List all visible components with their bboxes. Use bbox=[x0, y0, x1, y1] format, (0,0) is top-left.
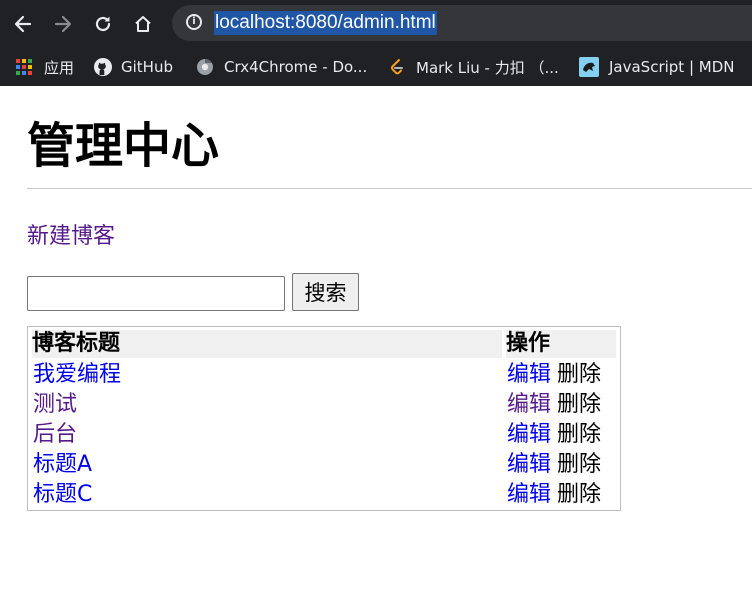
edit-link[interactable]: 编辑 bbox=[507, 422, 551, 447]
bookmark-crx4chrome[interactable]: Crx4Chrome - Do... bbox=[196, 48, 367, 86]
table-row: 后台 编辑 删除 bbox=[28, 420, 620, 450]
table-row: 标题A 编辑 删除 bbox=[28, 450, 620, 480]
info-icon[interactable]: i bbox=[186, 14, 202, 30]
reload-icon bbox=[95, 16, 111, 32]
edit-link[interactable]: 编辑 bbox=[507, 362, 551, 387]
arrow-right-icon bbox=[54, 15, 72, 33]
bookmark-mdn[interactable]: JavaScript | MDN bbox=[579, 48, 735, 86]
bookmark-leetcode[interactable]: Mark Liu - 力扣 （... bbox=[388, 48, 559, 86]
delete-link[interactable]: 删除 bbox=[557, 482, 601, 507]
home-button[interactable] bbox=[129, 10, 157, 38]
table-row: 我爱编程 编辑 删除 bbox=[28, 360, 620, 390]
page-content: 管理中心 新建博客 搜索 博客标题 操作 我爱编程 编辑 删除 测试 编辑 删除 后… bbox=[0, 86, 752, 610]
delete-link[interactable]: 删除 bbox=[557, 452, 601, 477]
mdn-icon bbox=[579, 57, 599, 77]
forward-button[interactable] bbox=[49, 10, 77, 38]
crx4chrome-icon bbox=[197, 58, 213, 75]
row-actions: 编辑 删除 bbox=[507, 390, 601, 420]
edit-link[interactable]: 编辑 bbox=[507, 452, 551, 477]
table-row: 标题C 编辑 删除 bbox=[28, 480, 620, 510]
page-title: 管理中心 bbox=[27, 118, 220, 174]
leetcode-icon bbox=[390, 59, 403, 75]
blog-title-link[interactable]: 标题C bbox=[33, 480, 92, 510]
blog-title-link[interactable]: 后台 bbox=[33, 420, 77, 450]
table-row: 测试 编辑 删除 bbox=[28, 390, 620, 420]
apps-grid-icon bbox=[16, 59, 32, 75]
new-blog-link[interactable]: 新建博客 bbox=[27, 222, 115, 252]
delete-link[interactable]: 删除 bbox=[557, 392, 601, 417]
bookmark-label: Crx4Chrome - Do... bbox=[224, 58, 368, 76]
arrow-left-icon bbox=[14, 15, 32, 33]
search-button[interactable]: 搜索 bbox=[292, 273, 359, 311]
back-button[interactable] bbox=[9, 10, 37, 38]
github-icon bbox=[94, 58, 112, 76]
url-text[interactable]: localhost:8080/admin.html bbox=[214, 11, 437, 35]
row-actions: 编辑 删除 bbox=[507, 450, 601, 480]
row-actions: 编辑 删除 bbox=[507, 420, 601, 450]
edit-link[interactable]: 编辑 bbox=[507, 392, 551, 417]
delete-link[interactable]: 删除 bbox=[557, 362, 601, 387]
bookmarks-bar: 应用 GitHub Crx4Chrome - Do... Mark Liu - … bbox=[0, 48, 752, 86]
bookmark-github[interactable]: GitHub bbox=[94, 48, 173, 86]
address-bar[interactable]: i localhost:8080/admin.html bbox=[172, 5, 752, 41]
search-input[interactable] bbox=[27, 276, 285, 311]
blog-title-link[interactable]: 测试 bbox=[33, 390, 77, 420]
blog-table: 博客标题 操作 我爱编程 编辑 删除 测试 编辑 删除 后台 编辑 删除 标题A 编辑… bbox=[27, 326, 621, 511]
home-icon bbox=[135, 16, 151, 32]
row-actions: 编辑 删除 bbox=[507, 480, 601, 510]
column-header-actions: 操作 bbox=[506, 330, 616, 358]
blog-title-link[interactable]: 标题A bbox=[33, 450, 92, 480]
delete-link[interactable]: 删除 bbox=[557, 422, 601, 447]
blog-title-link[interactable]: 我爱编程 bbox=[33, 360, 121, 390]
bookmark-label: Mark Liu - 力扣 （... bbox=[416, 58, 559, 77]
column-header-title: 博客标题 bbox=[32, 330, 502, 358]
browser-toolbar: i localhost:8080/admin.html bbox=[0, 0, 752, 48]
reload-button[interactable] bbox=[89, 10, 117, 38]
title-divider bbox=[27, 188, 752, 189]
bookmark-label: 应用 bbox=[44, 58, 75, 77]
row-actions: 编辑 删除 bbox=[507, 360, 601, 390]
bookmark-label: JavaScript | MDN bbox=[609, 58, 735, 76]
bookmark-label: GitHub bbox=[121, 58, 173, 76]
bookmark-apps[interactable]: 应用 bbox=[16, 48, 74, 86]
edit-link[interactable]: 编辑 bbox=[507, 482, 551, 507]
